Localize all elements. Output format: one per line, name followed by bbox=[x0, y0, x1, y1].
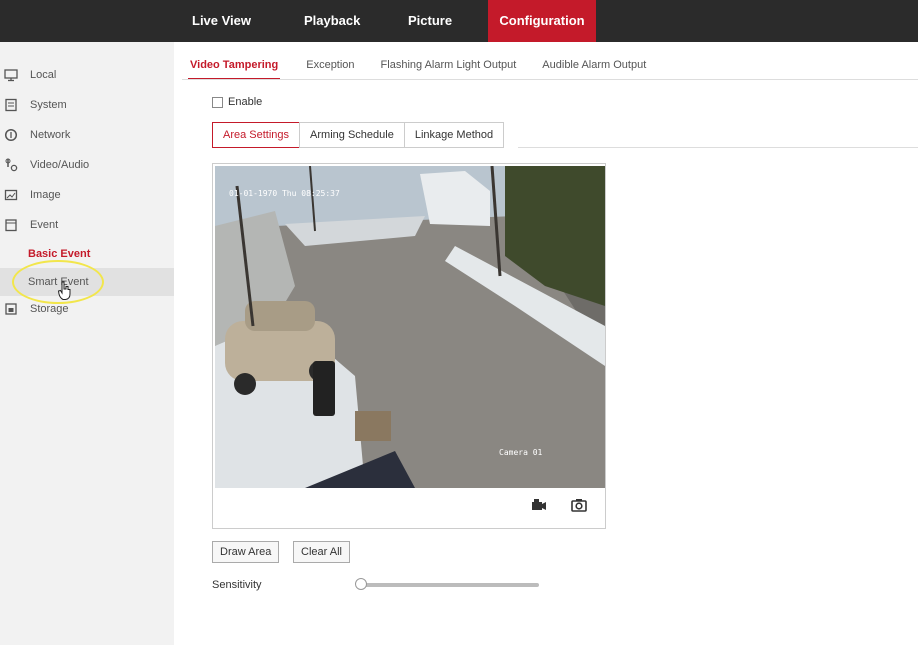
storage-icon bbox=[4, 302, 18, 316]
camera-frame[interactable]: 01-01-1970 Thu 08:25:37 Camera 01 bbox=[215, 166, 605, 488]
enable-checkbox[interactable] bbox=[212, 96, 223, 108]
hand-cursor-icon bbox=[57, 281, 71, 300]
sensitivity-label: Sensitivity bbox=[212, 579, 262, 591]
nav-picture[interactable]: Picture bbox=[396, 0, 488, 42]
sidebar: Local System Network Video/Audio Image E… bbox=[0, 58, 174, 645]
sidebar-item-label: System bbox=[30, 99, 67, 111]
sensitivity-slider-track[interactable] bbox=[357, 583, 539, 587]
sidebar-item-image[interactable]: Image bbox=[0, 180, 174, 210]
image-icon bbox=[4, 188, 18, 202]
enable-label: Enable bbox=[228, 96, 263, 108]
tab-divider bbox=[182, 79, 918, 80]
sidebar-item-label: Local bbox=[30, 69, 57, 81]
osd-datetime: 01-01-1970 Thu 08:25:37 bbox=[229, 189, 340, 198]
nav-configuration[interactable]: Configuration bbox=[488, 0, 596, 42]
network-icon bbox=[4, 128, 18, 142]
sidebar-item-label: Network bbox=[30, 129, 71, 141]
sidebar-item-label: Storage bbox=[30, 303, 69, 315]
tab-video-tampering[interactable]: Video Tampering bbox=[188, 56, 281, 80]
video-preview: 01-01-1970 Thu 08:25:37 Camera 01 bbox=[212, 163, 606, 529]
sidebar-item-label: Video/Audio bbox=[30, 159, 90, 171]
tab-audible-alarm-output[interactable]: Audible Alarm Output bbox=[542, 56, 646, 80]
main-content: Video Tampering Exception Flashing Alarm… bbox=[174, 42, 918, 645]
top-nav-bar: Live View Playback Picture Configuration bbox=[0, 0, 918, 42]
video-audio-icon bbox=[4, 158, 18, 172]
monitor-icon bbox=[4, 68, 18, 82]
subtab-bar: Area Settings Arming Schedule Linkage Me… bbox=[212, 122, 505, 148]
sidebar-item-local[interactable]: Local bbox=[0, 60, 174, 90]
sidebar-item-label: Event bbox=[30, 219, 59, 231]
record-icon[interactable] bbox=[531, 498, 547, 512]
subtab-divider bbox=[518, 147, 918, 148]
tab-flashing-alarm-light-output[interactable]: Flashing Alarm Light Output bbox=[381, 56, 517, 80]
sidebar-item-video-audio[interactable]: Video/Audio bbox=[0, 150, 174, 180]
draw-area-button[interactable]: Draw Area bbox=[212, 541, 280, 563]
sidebar-subitem-smart-event[interactable]: Smart Event bbox=[0, 268, 174, 296]
subtab-area-settings[interactable]: Area Settings bbox=[212, 122, 301, 148]
clear-all-button[interactable]: Clear All bbox=[293, 541, 350, 563]
nav-live-view[interactable]: Live View bbox=[180, 0, 292, 42]
sidebar-item-storage[interactable]: Storage bbox=[0, 296, 174, 322]
sidebar-item-event[interactable]: Event bbox=[0, 210, 174, 240]
sensitivity-slider-thumb[interactable] bbox=[355, 578, 367, 590]
sidebar-subitem-basic-event[interactable]: Basic Event bbox=[0, 240, 174, 268]
sidebar-item-system[interactable]: System bbox=[0, 90, 174, 120]
enable-toggle[interactable]: Enable bbox=[212, 96, 262, 108]
sidebar-item-label: Image bbox=[30, 189, 61, 201]
system-icon bbox=[4, 98, 18, 112]
subtab-linkage-method[interactable]: Linkage Method bbox=[403, 122, 505, 148]
tab-bar: Video Tampering Exception Flashing Alarm… bbox=[188, 56, 672, 80]
nav-playback[interactable]: Playback bbox=[292, 0, 396, 42]
sidebar-item-network[interactable]: Network bbox=[0, 120, 174, 150]
subtab-arming-schedule[interactable]: Arming Schedule bbox=[299, 122, 405, 148]
snapshot-camera-icon[interactable] bbox=[571, 498, 587, 512]
event-icon bbox=[4, 218, 18, 232]
osd-camera-name: Camera 01 bbox=[499, 448, 543, 457]
tab-exception[interactable]: Exception bbox=[306, 56, 354, 80]
top-nav: Live View Playback Picture Configuration bbox=[180, 0, 596, 42]
camera-scene-image bbox=[215, 166, 605, 488]
